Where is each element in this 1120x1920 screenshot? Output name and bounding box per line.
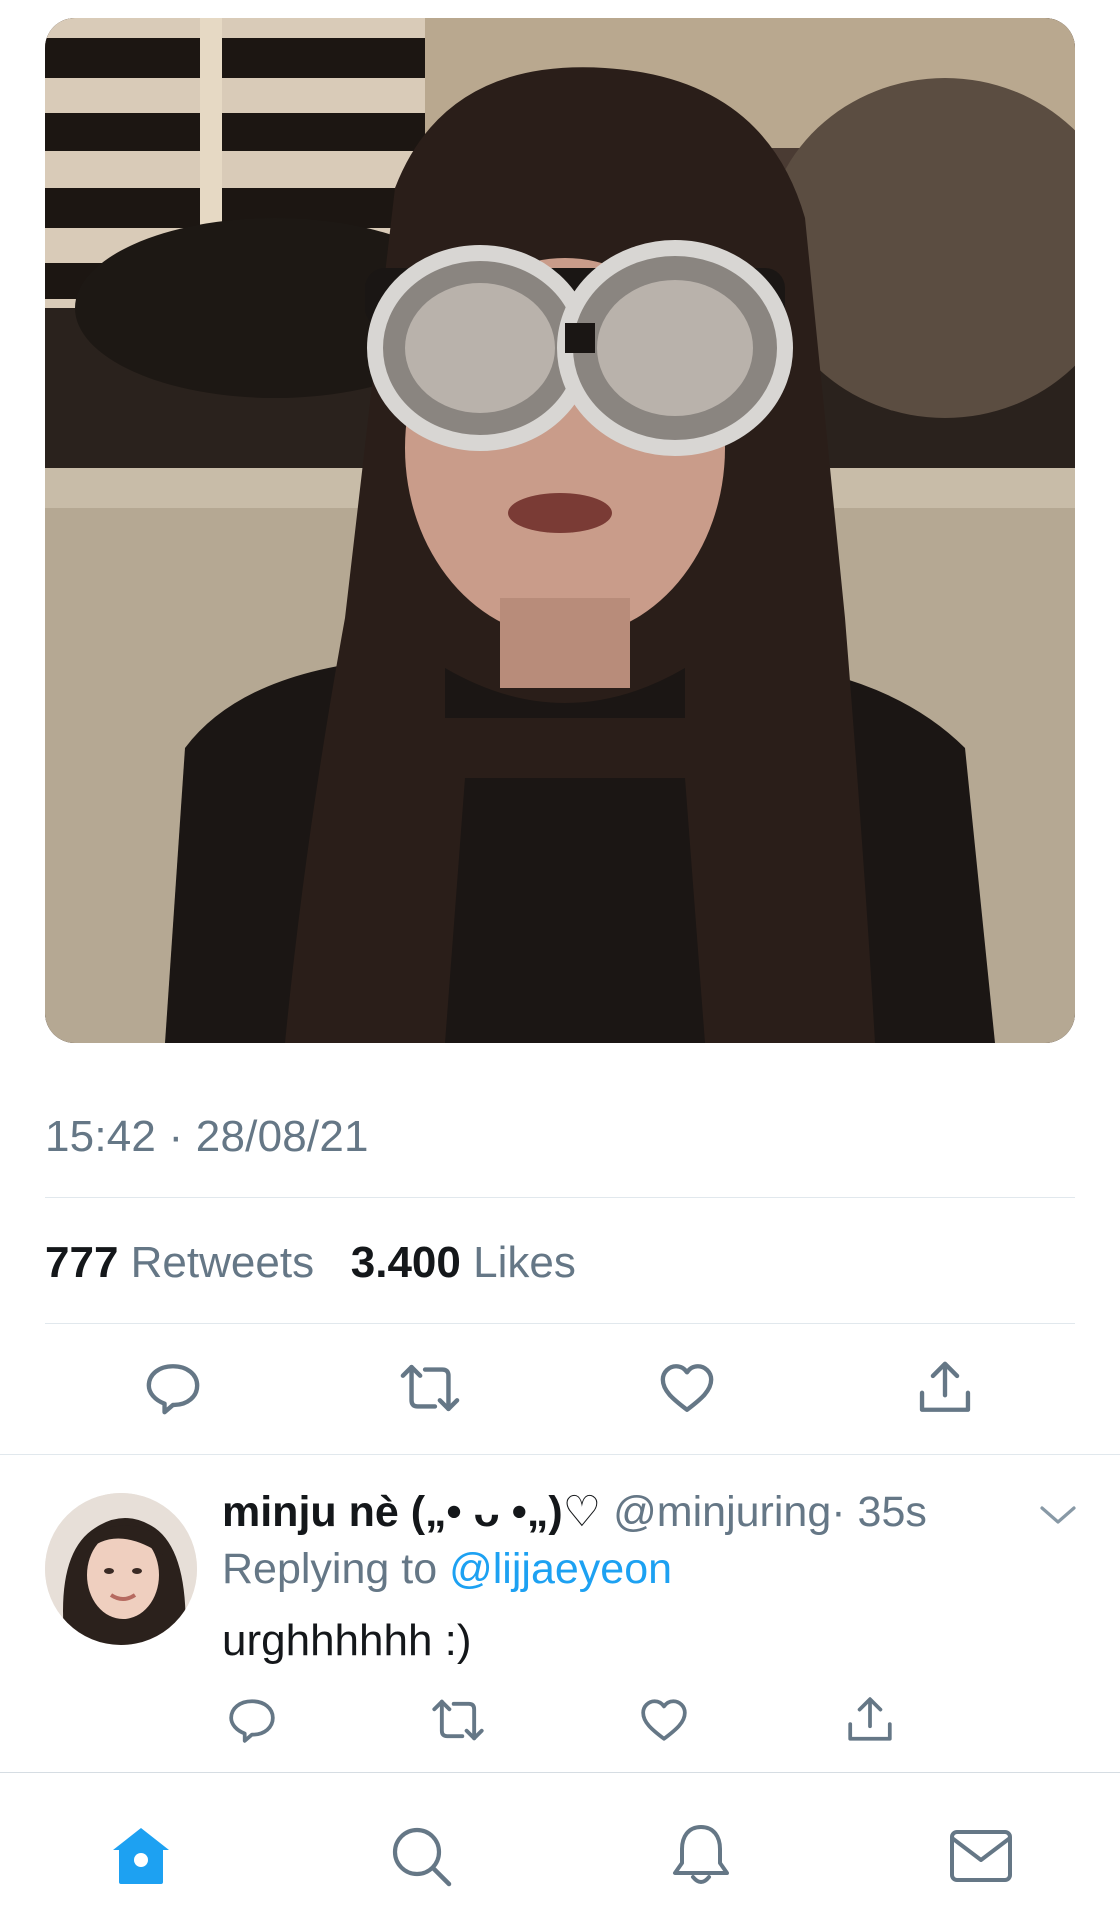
retweet-button[interactable]: [390, 1348, 470, 1428]
replying-to: Replying to @lijjaeyeon: [222, 1545, 672, 1594]
divider: [45, 1197, 1075, 1198]
search-icon: [392, 1827, 452, 1887]
reply-author-name[interactable]: minju nè („• ᴗ •„)♡: [222, 1488, 601, 1536]
photo-illustration: [45, 18, 1075, 1043]
like-button[interactable]: [647, 1348, 727, 1428]
likes-label: Likes: [473, 1238, 576, 1287]
tweet-detail-screen: 15:42 · 28/08/21 777 Retweets 3.400 Like…: [0, 0, 1120, 1920]
reply-like-button[interactable]: [624, 1680, 704, 1760]
divider: [45, 1323, 1075, 1324]
retweet-icon: [400, 1364, 460, 1412]
messages-icon: [950, 1830, 1012, 1882]
tab-notifications[interactable]: [656, 1811, 746, 1901]
likes-count: 3.400: [350, 1238, 461, 1287]
reply-retweet-button[interactable]: [418, 1680, 498, 1760]
notifications-icon: [673, 1825, 729, 1884]
tab-search[interactable]: [376, 1811, 466, 1901]
tweet-photo[interactable]: [45, 18, 1075, 1043]
home-icon: [113, 1828, 169, 1884]
reply-header: minju nè („• ᴗ •„)♡ @minjuring· 35s: [222, 1487, 927, 1537]
tweet-timestamp: 15:42 · 28/08/21: [45, 1112, 369, 1161]
reply-author-handle[interactable]: @minjuring: [613, 1488, 831, 1536]
tweet-stats: 777 Retweets 3.400 Likes: [45, 1238, 576, 1288]
tab-home[interactable]: [96, 1811, 186, 1901]
reply-time: · 35s: [831, 1488, 927, 1536]
replying-to-mention[interactable]: @lijjaeyeon: [449, 1545, 672, 1593]
reply-action-bar: [0, 1680, 1120, 1760]
share-icon: [848, 1697, 892, 1741]
share-icon: [919, 1361, 971, 1412]
tab-messages[interactable]: [936, 1811, 1026, 1901]
reply-button[interactable]: [133, 1348, 213, 1428]
retweet-icon: [432, 1699, 484, 1741]
avatar-photo: [45, 1493, 197, 1645]
like-icon: [641, 1699, 687, 1741]
tab-bar: [0, 1772, 1120, 1920]
retweet-label: Retweets: [130, 1238, 315, 1287]
chevron-down-icon[interactable]: [1038, 1500, 1078, 1530]
tweet-action-bar: [0, 1348, 1120, 1428]
share-button[interactable]: [905, 1348, 985, 1428]
retweet-stat[interactable]: 777 Retweets: [45, 1238, 326, 1287]
like-icon: [660, 1364, 714, 1412]
reply-icon: [229, 1699, 275, 1743]
retweet-count: 777: [45, 1238, 119, 1287]
reply-reply-button[interactable]: [212, 1680, 292, 1760]
reply-icon: [146, 1364, 200, 1415]
divider: [0, 1454, 1120, 1455]
reply-share-button[interactable]: [830, 1680, 910, 1760]
likes-stat[interactable]: 3.400 Likes: [351, 1238, 576, 1287]
avatar[interactable]: [45, 1493, 197, 1645]
reply-text: urghhhhhh :): [222, 1616, 472, 1665]
replying-to-label: Replying to: [222, 1545, 438, 1593]
